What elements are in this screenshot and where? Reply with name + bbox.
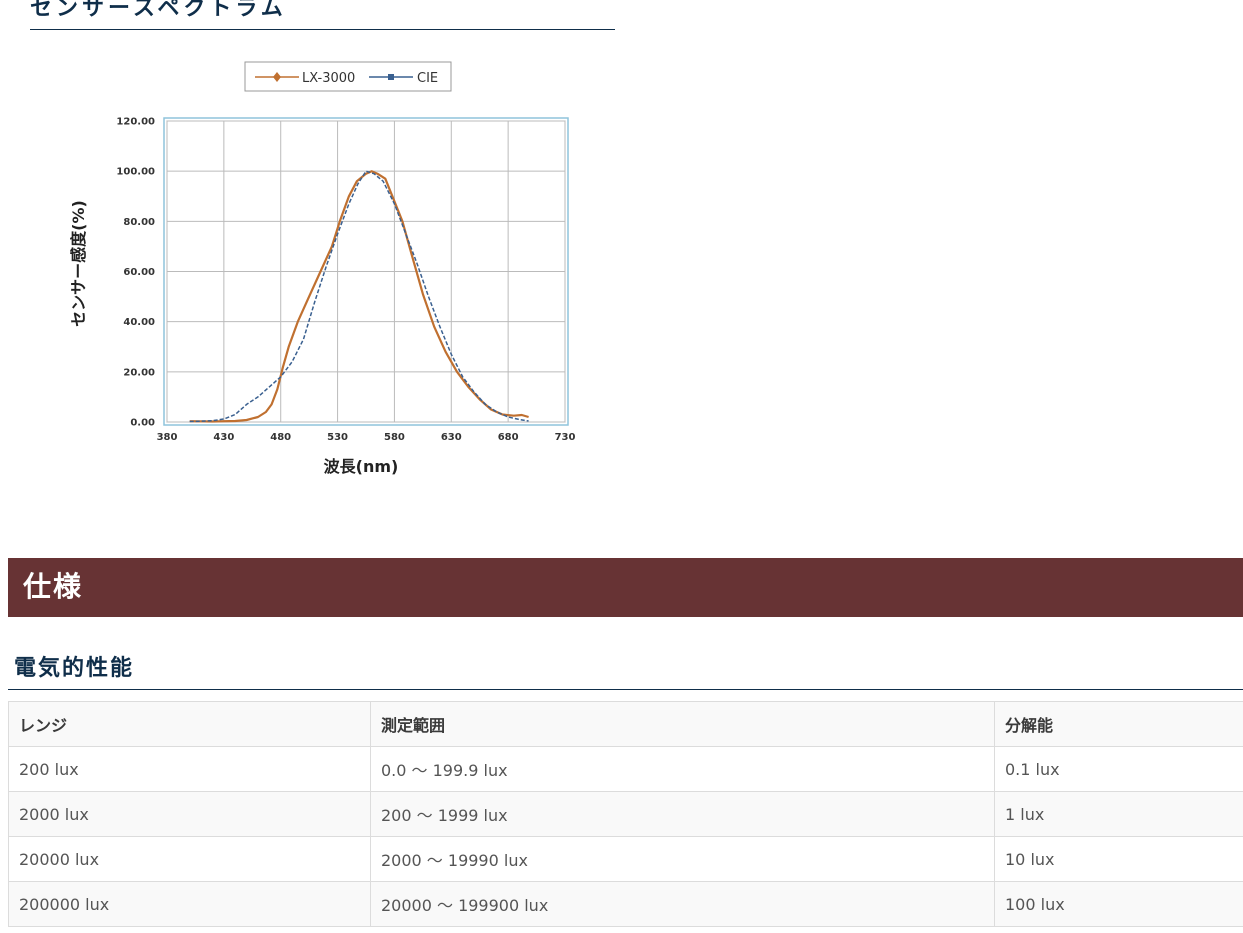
x-tick-label: 730 — [555, 432, 576, 443]
legend-marker-square — [388, 74, 394, 80]
electrical-spec-table: レンジ 測定範囲 分解能 200 lux 0.0 〜 199.9 lux 0.1… — [8, 701, 1243, 927]
y-tick-label: 20.00 — [123, 367, 155, 378]
y-tick-label: 60.00 — [123, 267, 155, 278]
table-row: 200 lux 0.0 〜 199.9 lux 0.1 lux — [8, 746, 1243, 792]
y-tick-label: 80.00 — [123, 217, 155, 228]
range-cell: 2000 lux — [8, 791, 371, 837]
range-cell: 20000 lux — [8, 836, 371, 882]
table-row: 2000 lux 200 〜 1999 lux 1 lux — [8, 791, 1243, 837]
x-tick-label: 380 — [157, 432, 178, 443]
y-tick-label: 0.00 — [130, 418, 155, 429]
x-tick-label: 680 — [498, 432, 519, 443]
y-tick-label: 120.00 — [116, 117, 155, 128]
x-tick-label: 580 — [384, 432, 405, 443]
x-tick-label: 480 — [270, 432, 291, 443]
y-tick-label: 100.00 — [116, 167, 155, 178]
table-row: 20000 lux 2000 〜 19990 lux 10 lux — [8, 836, 1243, 882]
table-row: 200000 lux 20000 〜 199900 lux 100 lux — [8, 881, 1243, 927]
resolution-cell: 1 lux — [994, 791, 1243, 837]
sensor-spectrum-chart: 380 430 480 530 580 630 680 730 0.00 20.00 40.00 60… — [69, 61, 576, 476]
measurement-range-cell: 2000 〜 19990 lux — [370, 836, 995, 882]
resolution-cell: 10 lux — [994, 836, 1243, 882]
y-axis-label: センサー感度(%) — [69, 200, 88, 327]
measurement-range-cell: 20000 〜 199900 lux — [370, 881, 995, 927]
x-tick-label: 630 — [441, 432, 462, 443]
legend-label: CIE — [417, 71, 438, 86]
range-cell: 200 lux — [8, 746, 371, 792]
header-resolution: 分解能 — [994, 701, 1243, 747]
y-tick-label: 40.00 — [123, 317, 155, 328]
measurement-range-cell: 0.0 〜 199.9 lux — [370, 746, 995, 792]
legend-label: LX-3000 — [302, 71, 355, 86]
x-tick-label: 530 — [327, 432, 348, 443]
table-header-row: レンジ 測定範囲 分解能 — [8, 701, 1243, 747]
spec-section-banner: 仕様 — [8, 558, 1243, 617]
resolution-cell: 100 lux — [994, 881, 1243, 927]
header-measurement-range: 測定範囲 — [370, 701, 995, 747]
range-cell: 200000 lux — [8, 881, 371, 927]
measurement-range-cell: 200 〜 1999 lux — [370, 791, 995, 837]
electrical-performance-title: 電気的性能 — [8, 652, 1243, 690]
header-range: レンジ — [8, 701, 371, 747]
x-axis-label: 波長(nm) — [324, 457, 399, 476]
x-tick-label: 430 — [213, 432, 234, 443]
resolution-cell: 0.1 lux — [994, 746, 1243, 792]
spectrum-section-title: センサースペクトラム — [30, 0, 615, 30]
